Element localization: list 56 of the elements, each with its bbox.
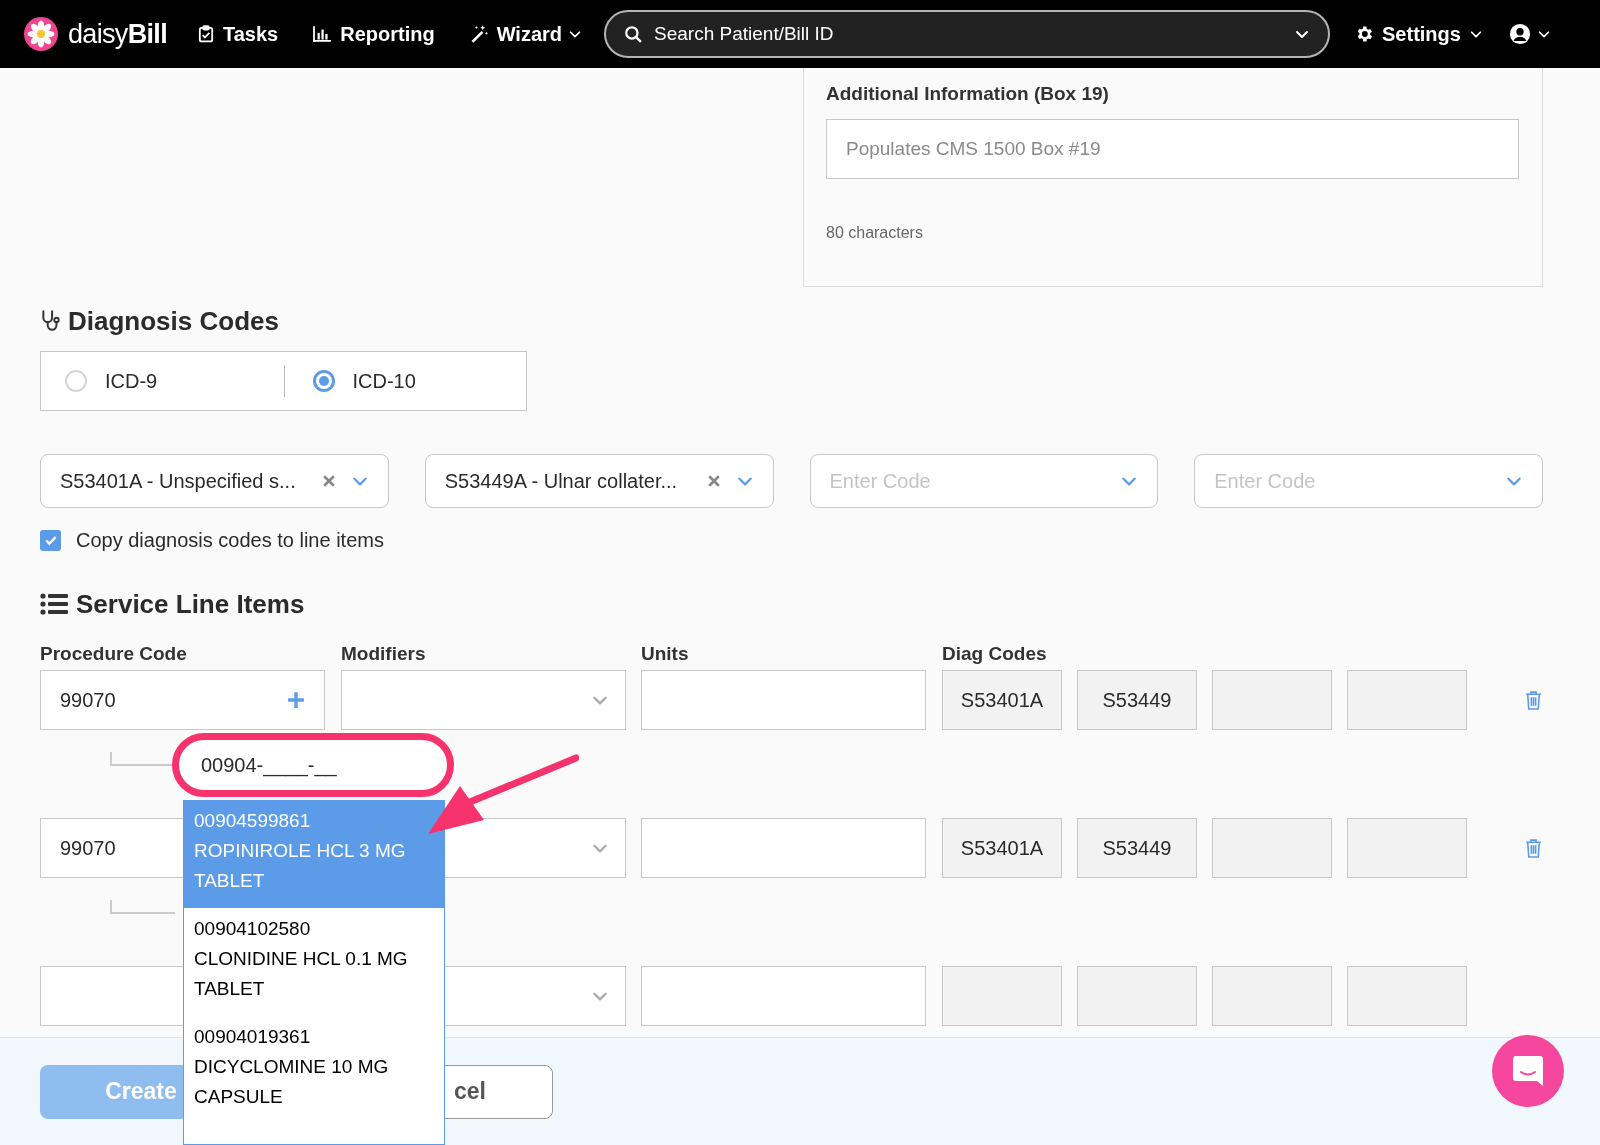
diag-code-field[interactable] [1347, 818, 1467, 878]
clear-icon[interactable] [707, 475, 720, 487]
checkbox[interactable] [40, 529, 61, 551]
radio-option[interactable]: ICD-10 [312, 366, 416, 396]
procedure-code-field[interactable]: 99070 [40, 670, 325, 730]
user-icon [1508, 23, 1531, 45]
flower-logo-icon [24, 17, 58, 51]
units-field[interactable] [641, 670, 926, 730]
checkbox-label: Copy diagnosis codes to line items [76, 528, 384, 553]
field-label: Additional Information (Box 19) [826, 82, 1110, 106]
units-field[interactable] [641, 966, 926, 1026]
character-limit-hint: 80 characters [826, 222, 924, 243]
settings-menu[interactable]: Settings [1354, 19, 1483, 49]
bar-chart-icon [312, 25, 333, 43]
plus-icon[interactable] [287, 691, 305, 709]
radio-option[interactable]: ICD-9 [65, 366, 158, 396]
stethoscope-icon [40, 309, 62, 333]
column-heading: Procedure Code [40, 642, 188, 662]
diag-code-field[interactable]: S53449 [1077, 818, 1197, 878]
column-heading: Diag Codes [942, 642, 1047, 662]
radio-button[interactable] [65, 370, 87, 392]
logo-text: daisyBill [68, 17, 167, 51]
section-heading: Service Line Items [76, 587, 305, 621]
diag-code-field[interactable] [942, 966, 1062, 1026]
diag-code-field[interactable] [1347, 966, 1467, 1026]
column-heading: Units [641, 642, 690, 662]
nav-link[interactable]: Wizard [468, 19, 583, 49]
nav-link[interactable]: Reporting [312, 19, 435, 49]
modifiers-select[interactable] [341, 670, 626, 730]
units-field[interactable] [641, 818, 926, 878]
column-heading: Modifiers [341, 642, 427, 662]
clear-icon[interactable] [322, 475, 335, 487]
diag-code-field[interactable] [1212, 966, 1332, 1026]
nav-link[interactable]: Tasks [196, 19, 279, 49]
diag-code-field[interactable]: S53449 [1077, 670, 1197, 730]
trash-icon[interactable] [1525, 838, 1542, 858]
diagnosis-code-select[interactable]: S53401A - Unspecified s... [40, 454, 389, 508]
user-menu[interactable] [1508, 23, 1551, 45]
section-heading: Diagnosis Codes [68, 304, 279, 338]
diag-code-field[interactable]: S53401A [942, 670, 1062, 730]
diagnosis-code-select[interactable]: S53449A - Ulnar collater... [424, 454, 774, 508]
tree-connector [110, 900, 175, 914]
chat-icon [1512, 1054, 1544, 1088]
diag-code-field[interactable] [1077, 966, 1197, 1026]
clipboard-check-icon [196, 25, 215, 43]
ndc-field[interactable]: 00904-____-__ [172, 733, 454, 797]
diag-code-field[interactable]: S53401A [942, 818, 1062, 878]
radio-button[interactable] [312, 370, 335, 392]
list-icon [40, 593, 68, 615]
search-icon [624, 25, 643, 43]
additional-info-field[interactable]: Populates CMS 1500 Box #19 [826, 118, 1519, 179]
diag-code-field[interactable] [1212, 670, 1332, 730]
search-field[interactable]: Search Patient/Bill ID [604, 10, 1331, 58]
diag-code-field[interactable] [1347, 670, 1467, 730]
diag-code-field[interactable] [1212, 818, 1332, 878]
trash-icon[interactable] [1525, 690, 1542, 710]
